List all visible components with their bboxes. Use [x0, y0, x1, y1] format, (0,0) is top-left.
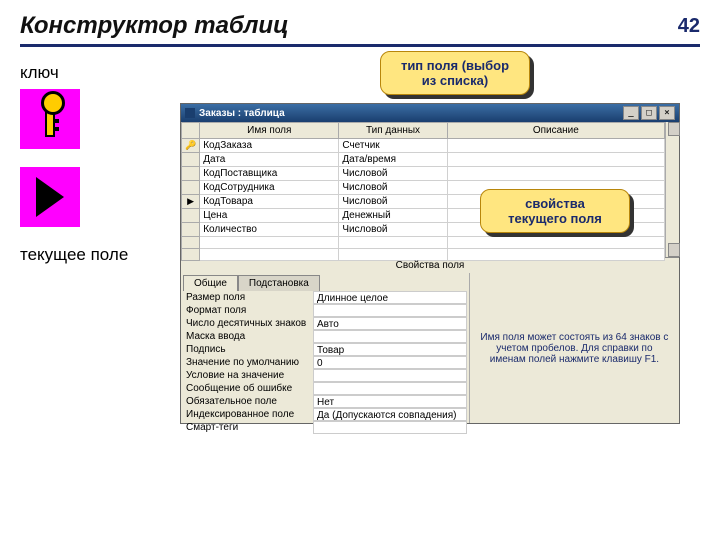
property-label: Условие на значение: [183, 369, 313, 382]
property-row: Маска ввода: [183, 330, 467, 343]
property-value[interactable]: Нет: [313, 395, 467, 408]
label-key: ключ: [20, 63, 140, 83]
titlebar: Заказы : таблица _ □ ×: [181, 104, 679, 122]
cell-type[interactable]: Числовой: [339, 167, 447, 181]
property-label: Число десятичных знаков: [183, 317, 313, 330]
cell-type[interactable]: Дата/время: [339, 153, 447, 167]
property-value[interactable]: Длинное целое: [313, 291, 467, 304]
cell-type[interactable]: Счетчик: [339, 139, 447, 153]
property-label: Смарт-теги: [183, 421, 313, 434]
row-selector[interactable]: ▶: [182, 195, 200, 209]
callout-props: свойства текущего поля: [480, 189, 630, 233]
cell-name[interactable]: КодСотрудника: [200, 181, 339, 195]
cell-desc[interactable]: [447, 153, 664, 167]
app-icon: [185, 108, 195, 118]
property-value[interactable]: Да (Допускаются совпадения): [313, 408, 467, 421]
row-selector[interactable]: [182, 153, 200, 167]
col-name: Имя поля: [200, 123, 339, 139]
hint-pane: Имя поля может состоять из 64 знаков с у…: [470, 273, 679, 423]
rowhdr-blank: [182, 123, 200, 139]
tab-lookup[interactable]: Подстановка: [238, 275, 320, 291]
page-number: 42: [678, 15, 700, 38]
property-value[interactable]: [313, 369, 467, 382]
property-value[interactable]: [313, 330, 467, 343]
grid-scrollbar[interactable]: [665, 122, 679, 257]
property-row: Формат поля: [183, 304, 467, 317]
designer-window: Заказы : таблица _ □ × Имя поля Тип данн…: [180, 103, 680, 424]
cell-type[interactable]: Денежный: [339, 209, 447, 223]
property-label: Формат поля: [183, 304, 313, 317]
cell-name[interactable]: Цена: [200, 209, 339, 223]
cell-name[interactable]: КодПоставщика: [200, 167, 339, 181]
property-row: Размер поляДлинное целое: [183, 291, 467, 304]
property-value[interactable]: [313, 304, 467, 317]
property-row: Значение по умолчанию0: [183, 356, 467, 369]
cell-name[interactable]: Количество: [200, 223, 339, 237]
cell-type[interactable]: [339, 237, 447, 249]
cell-name[interactable]: КодТовара: [200, 195, 339, 209]
cell-name[interactable]: Дата: [200, 153, 339, 167]
property-label: Подпись: [183, 343, 313, 356]
key-icon: [20, 89, 80, 149]
cell-name[interactable]: [200, 237, 339, 249]
property-value[interactable]: Товар: [313, 343, 467, 356]
row-selector[interactable]: 🔑: [182, 139, 200, 153]
row-selector[interactable]: [182, 223, 200, 237]
cell-desc[interactable]: [447, 167, 664, 181]
property-row: Число десятичных знаковАвто: [183, 317, 467, 330]
label-current-field: текущее поле: [20, 245, 140, 265]
property-list: Размер поляДлинное целоеФормат поляЧисло…: [183, 291, 467, 434]
arrow-icon: [20, 167, 80, 227]
minimize-button[interactable]: _: [623, 106, 639, 120]
window-title: Заказы : таблица: [199, 108, 285, 119]
property-row: Сообщение об ошибке: [183, 382, 467, 395]
property-value[interactable]: [313, 382, 467, 395]
property-label: Сообщение об ошибке: [183, 382, 313, 395]
property-row: Условие на значение: [183, 369, 467, 382]
cell-type[interactable]: Числовой: [339, 195, 447, 209]
cell-name[interactable]: [200, 249, 339, 261]
property-label: Размер поля: [183, 291, 313, 304]
tab-general[interactable]: Общие: [183, 275, 238, 291]
property-value[interactable]: [313, 421, 467, 434]
col-type: Тип данных: [339, 123, 447, 139]
property-value[interactable]: Авто: [313, 317, 467, 330]
page-title: Конструктор таблиц: [20, 12, 289, 40]
cell-type[interactable]: Числовой: [339, 181, 447, 195]
cell-type[interactable]: [339, 249, 447, 261]
property-row: Обязательное полеНет: [183, 395, 467, 408]
property-label: Маска ввода: [183, 330, 313, 343]
callout-type: тип поля (выбор из списка): [380, 51, 530, 95]
property-value[interactable]: 0: [313, 356, 467, 369]
property-row: ПодписьТовар: [183, 343, 467, 356]
col-desc: Описание: [447, 123, 664, 139]
property-label: Значение по умолчанию: [183, 356, 313, 369]
row-selector[interactable]: [182, 249, 200, 261]
close-button[interactable]: ×: [659, 106, 675, 120]
cell-desc[interactable]: [447, 237, 664, 249]
row-selector[interactable]: [182, 237, 200, 249]
cell-type[interactable]: Числовой: [339, 223, 447, 237]
row-selector[interactable]: [182, 167, 200, 181]
row-selector[interactable]: [182, 181, 200, 195]
cell-desc[interactable]: [447, 139, 664, 153]
property-row: Индексированное полеДа (Допускаются совп…: [183, 408, 467, 421]
cell-desc[interactable]: [447, 249, 664, 261]
property-row: Смарт-теги: [183, 421, 467, 434]
maximize-button[interactable]: □: [641, 106, 657, 120]
property-label: Индексированное поле: [183, 408, 313, 421]
property-label: Обязательное поле: [183, 395, 313, 408]
cell-name[interactable]: КодЗаказа: [200, 139, 339, 153]
row-selector[interactable]: [182, 209, 200, 223]
